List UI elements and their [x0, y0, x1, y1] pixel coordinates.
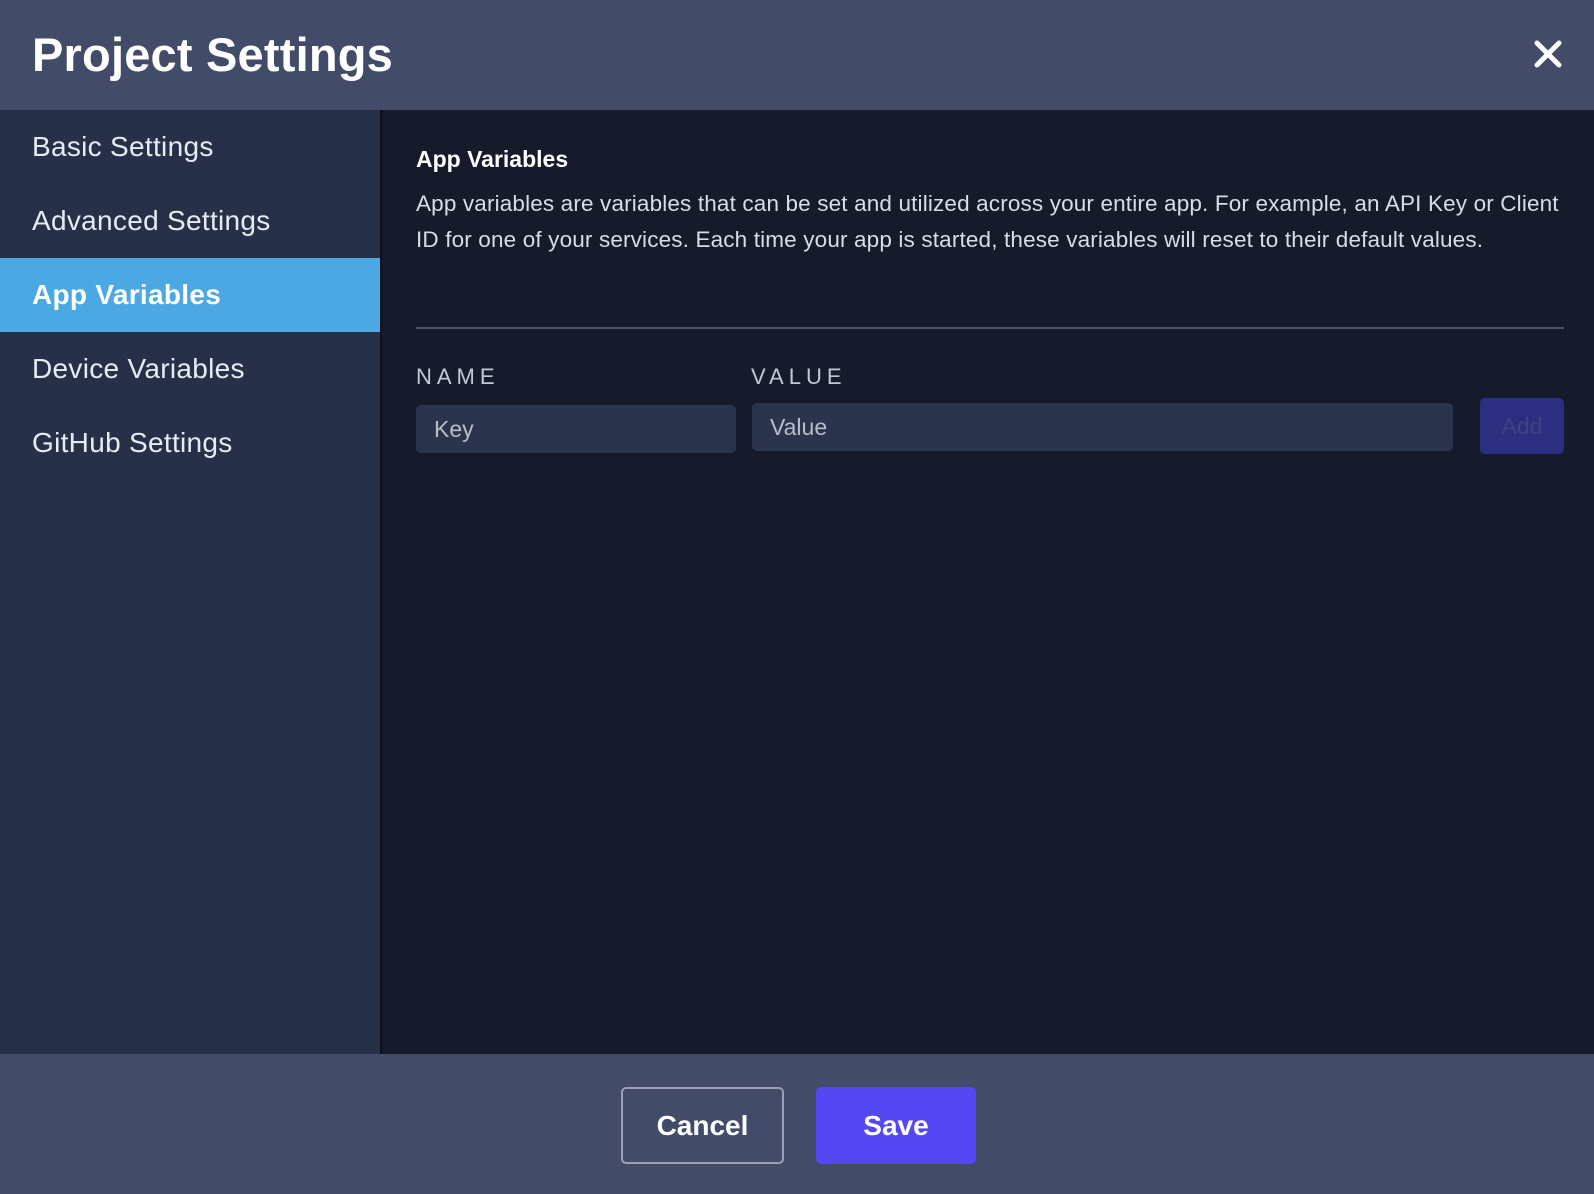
settings-sidebar: Basic Settings Advanced Settings App Var… [0, 110, 382, 1054]
section-description: App variables are variables that can be … [416, 191, 1559, 252]
cancel-button[interactable]: Cancel [621, 1087, 784, 1164]
sidebar-item-label: Basic Settings [32, 131, 214, 162]
variable-value-input[interactable] [752, 403, 1453, 451]
dialog-footer: Cancel Save [0, 1054, 1594, 1194]
close-icon [1534, 40, 1562, 68]
dialog-header: Project Settings [0, 0, 1594, 110]
sidebar-item-label: GitHub Settings [32, 427, 233, 458]
variable-name-input[interactable] [416, 405, 736, 453]
save-button[interactable]: Save [816, 1087, 976, 1164]
sidebar-item-github-settings[interactable]: GitHub Settings [0, 406, 380, 480]
sidebar-item-device-variables[interactable]: Device Variables [0, 332, 380, 406]
dialog-title: Project Settings [32, 28, 394, 81]
section-divider [416, 327, 1564, 329]
sidebar-item-label: Advanced Settings [32, 205, 271, 236]
section-title: App Variables [416, 146, 569, 172]
close-button[interactable] [1530, 36, 1566, 72]
name-column-label: NAME [416, 364, 500, 389]
sidebar-item-label: App Variables [32, 279, 222, 310]
sidebar-item-basic-settings[interactable]: Basic Settings [0, 110, 380, 184]
sidebar-item-app-variables[interactable]: App Variables [0, 258, 380, 332]
add-variable-button[interactable]: Add [1480, 398, 1564, 454]
sidebar-item-advanced-settings[interactable]: Advanced Settings [0, 184, 380, 258]
project-settings-dialog: Project Settings Basic Settings Advanced… [0, 0, 1594, 1194]
settings-content: App Variables App variables are variable… [382, 110, 1594, 1054]
sidebar-item-label: Device Variables [32, 353, 245, 384]
value-column-label: VALUE [751, 364, 847, 389]
